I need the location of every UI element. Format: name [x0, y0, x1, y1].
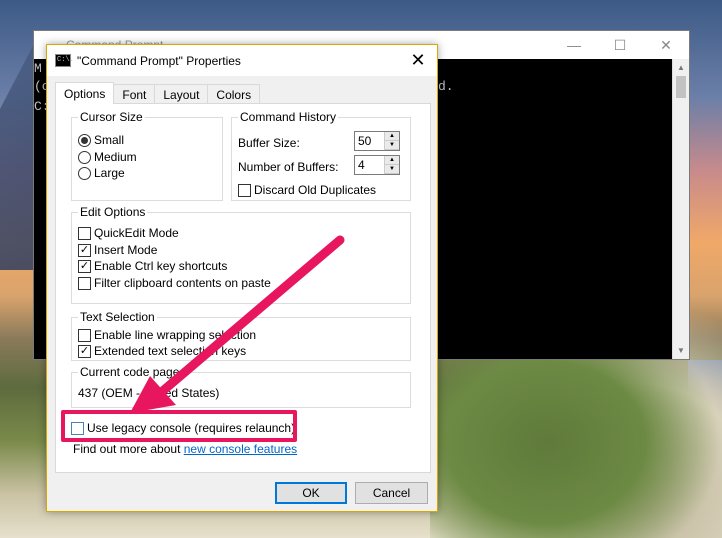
annotation-arrow-icon — [130, 235, 345, 413]
tab-options[interactable]: Options — [55, 82, 115, 104]
